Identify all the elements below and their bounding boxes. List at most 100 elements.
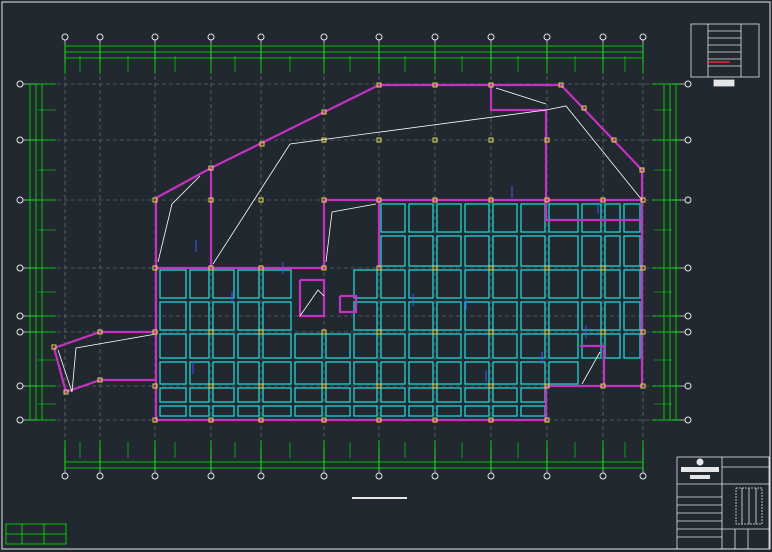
- beam-panel: [189, 333, 210, 359]
- axis-bubble: [684, 196, 692, 204]
- axis-bubble: [543, 33, 551, 41]
- axis-bubble: [599, 472, 607, 480]
- beam-panel: [237, 405, 260, 417]
- beam-panel: [436, 387, 462, 403]
- beam-panel: [492, 203, 518, 233]
- beam-panel: [492, 361, 518, 385]
- beam-panel: [353, 387, 378, 403]
- beam-panel: [237, 269, 260, 299]
- axis-bubbles-right: [672, 80, 692, 424]
- beam-panel: [294, 333, 323, 359]
- axis-bubble: [16, 264, 24, 272]
- beam-panel: [380, 235, 406, 267]
- axis-bubble: [684, 312, 692, 320]
- legend-table: [690, 23, 760, 87]
- beam-panel: [294, 387, 323, 403]
- beam-panel: [212, 269, 235, 299]
- beam-panel: [604, 269, 621, 299]
- beam-panel: [262, 333, 292, 359]
- beam-panel: [237, 333, 260, 359]
- beam-panel: [581, 269, 602, 299]
- beam-panel: [380, 269, 406, 299]
- beam-panel: [436, 405, 462, 417]
- beam-panel: [325, 333, 351, 359]
- axis-bubble: [487, 472, 495, 480]
- beam-panel: [464, 235, 490, 267]
- beam-panel: [408, 405, 434, 417]
- beam-panel: [380, 405, 406, 417]
- beam-panel: [436, 361, 462, 385]
- axis-bubble: [16, 136, 24, 144]
- beam-panel: [262, 387, 292, 403]
- axis-bubble: [16, 328, 24, 336]
- axis-bubble: [320, 33, 328, 41]
- beam-panel: [212, 301, 235, 331]
- axis-bubble: [543, 472, 551, 480]
- axis-bubble: [684, 264, 692, 272]
- beam-panel: [294, 361, 323, 385]
- beam-panel: [212, 333, 235, 359]
- beam-panel: [262, 405, 292, 417]
- axis-bubble: [684, 328, 692, 336]
- beam-panel: [237, 387, 260, 403]
- beam-panel: [492, 269, 518, 299]
- beam-panel: [464, 361, 490, 385]
- beam-panel: [623, 203, 641, 233]
- cad-drawing-canvas[interactable]: [0, 0, 772, 552]
- beam-panel: [548, 333, 579, 359]
- axis-bubbles-left: [16, 80, 36, 424]
- axis-bubble: [96, 33, 104, 41]
- structural-columns: [51, 82, 646, 423]
- beam-panel: [159, 405, 187, 417]
- axis-bubble: [684, 416, 692, 424]
- beam-panel: [380, 203, 406, 233]
- beam-panel: [408, 361, 434, 385]
- beam-panel: [623, 269, 641, 299]
- axis-bubble: [16, 196, 24, 204]
- beam-panel: [408, 269, 434, 299]
- axis-bubble: [16, 80, 24, 88]
- beam-panel: [548, 203, 579, 233]
- beam-panel: [325, 387, 351, 403]
- beam-panel: [492, 235, 518, 267]
- axis-bubble: [684, 80, 692, 88]
- beam-panel: [294, 405, 323, 417]
- beam-panel: [262, 269, 292, 299]
- main-walls: [52, 83, 644, 422]
- beam-panel: [436, 235, 462, 267]
- beam-panel: [353, 405, 378, 417]
- beam-panel: [464, 405, 490, 417]
- beam-panel: [189, 269, 210, 299]
- beam-panel: [464, 269, 490, 299]
- beam-panel: [159, 269, 187, 299]
- axis-bubble: [16, 416, 24, 424]
- axis-bubble: [375, 33, 383, 41]
- beam-panel: [408, 203, 434, 233]
- beam-panel: [436, 203, 462, 233]
- axis-bubble: [16, 382, 24, 390]
- beam-panel: [581, 235, 602, 267]
- axis-bubble: [684, 382, 692, 390]
- beam-panel: [212, 387, 235, 403]
- beam-panel: [237, 361, 260, 385]
- axis-bubble: [431, 33, 439, 41]
- axis-bubble: [684, 136, 692, 144]
- beam-panel: [464, 203, 490, 233]
- seal-icon: [681, 458, 719, 479]
- beam-panel: [353, 361, 378, 385]
- beam-panel: [353, 333, 378, 359]
- beam-panel: [212, 361, 235, 385]
- beam-panel: [262, 361, 292, 385]
- axis-bubble: [151, 33, 159, 41]
- beam-panel: [520, 333, 546, 359]
- beam-panel: [408, 235, 434, 267]
- beam-panel: [520, 361, 546, 385]
- axis-bubble: [375, 472, 383, 480]
- beam-panel: [464, 333, 490, 359]
- axis-bubble: [431, 472, 439, 480]
- axis-bubble: [96, 472, 104, 480]
- beam-panel: [159, 387, 187, 403]
- beam-panel: [189, 405, 210, 417]
- beam-panel: [325, 405, 351, 417]
- beam-panel: [548, 235, 579, 267]
